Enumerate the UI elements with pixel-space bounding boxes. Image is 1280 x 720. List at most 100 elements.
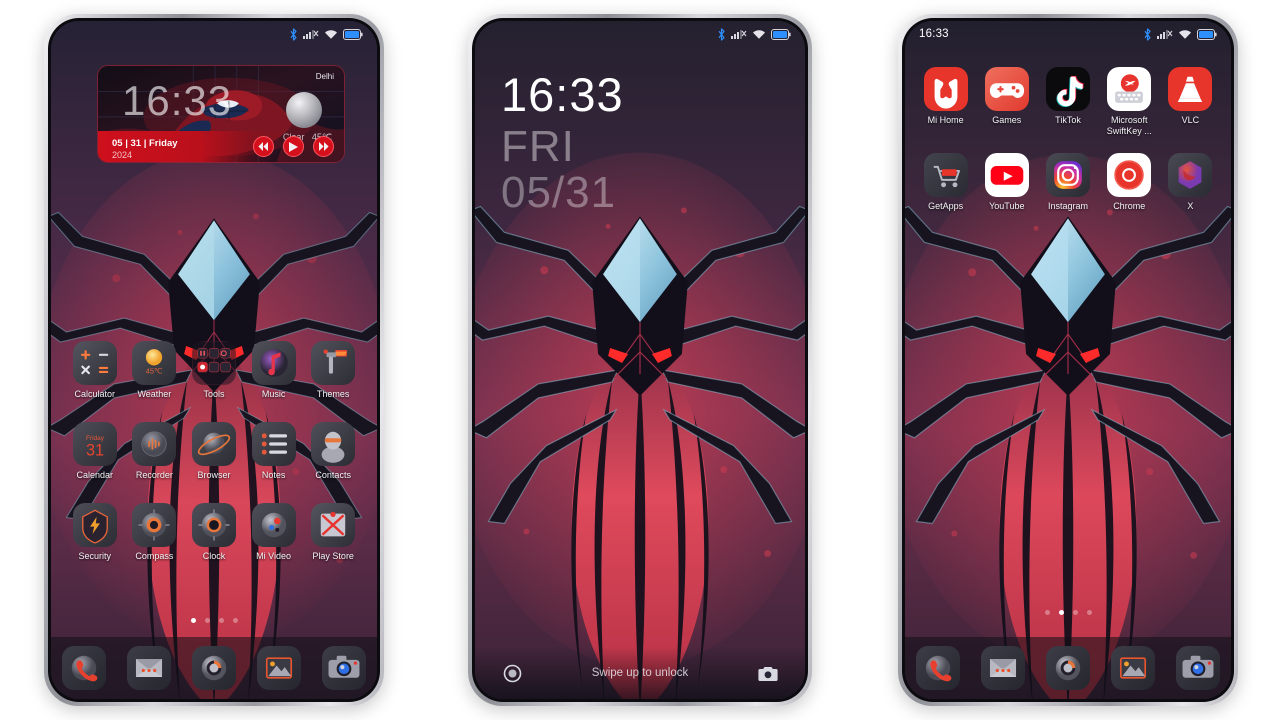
phone-3-screen[interactable]: 16:33 Mi Home Games TikTok Microsoft Swi…: [905, 21, 1231, 699]
getapps-icon[interactable]: [923, 153, 968, 197]
app-icon-microsoft-swiftkey[interactable]: Microsoft SwiftKey ...: [1099, 67, 1160, 137]
app-icon-play-store[interactable]: Play Store: [303, 503, 363, 562]
mi-home-icon: [923, 67, 968, 111]
app-icon-instagram[interactable]: Instagram: [1037, 153, 1098, 212]
compass-icon[interactable]: [132, 503, 177, 547]
clock-icon[interactable]: [191, 503, 236, 547]
app-icon-calendar[interactable]: Friday 31 Calendar: [65, 422, 125, 481]
browser-icon: [191, 422, 236, 466]
page-dot[interactable]: [1044, 610, 1050, 615]
app-icon-recorder[interactable]: Recorder: [125, 422, 185, 481]
vlc-icon: [1168, 67, 1213, 111]
phone-1-screen[interactable]: Delhi 16:33 Clear 45℃ 05 | 31 | Friday 2…: [51, 21, 377, 699]
calendar-icon[interactable]: Friday 31: [72, 422, 117, 466]
app-icon-themes[interactable]: Themes: [303, 341, 363, 400]
app-icon-youtube[interactable]: YouTube: [976, 153, 1037, 212]
app-icon-contacts[interactable]: Contacts: [303, 422, 363, 481]
gallery-dock-icon[interactable]: [257, 646, 302, 690]
page-dot[interactable]: [218, 618, 224, 623]
app-icon-x[interactable]: X: [1160, 153, 1221, 212]
phone-1-app-grid: Calculator 45℃ Weather Tools Music Theme…: [51, 341, 377, 562]
mi-video-icon[interactable]: [251, 503, 296, 547]
messages-dock-icon[interactable]: [980, 646, 1025, 690]
security-icon[interactable]: [72, 503, 117, 547]
app-icon-calculator[interactable]: Calculator: [65, 341, 125, 400]
chrome-icon[interactable]: [1107, 153, 1152, 197]
app-icon-tools[interactable]: Tools: [184, 341, 244, 400]
next-track-button[interactable]: [313, 136, 334, 157]
compass-icon: [132, 503, 177, 547]
page-dot[interactable]: [204, 618, 210, 623]
recorder-icon: [132, 422, 177, 466]
games-icon[interactable]: [984, 67, 1029, 111]
app-icon-music[interactable]: Music: [244, 341, 304, 400]
widget-date: 05 | 31 | Friday: [112, 138, 178, 149]
app-icon-vlc[interactable]: VLC: [1160, 67, 1221, 137]
phone-dock-icon[interactable]: [915, 646, 960, 690]
app-icon-clock[interactable]: Clock: [184, 503, 244, 562]
play-store-icon[interactable]: [311, 503, 356, 547]
music-icon[interactable]: [251, 341, 296, 385]
gallery-dock-icon[interactable]: [1111, 646, 1156, 690]
app-icon-chrome[interactable]: Chrome: [1099, 153, 1160, 212]
calculator-icon[interactable]: [72, 341, 117, 385]
page-dot[interactable]: [1072, 610, 1078, 615]
themes-icon[interactable]: [311, 341, 356, 385]
phone-2-screen[interactable]: 16:33 FRI 05/31 Swipe up to unlock: [475, 21, 805, 699]
vlc-icon[interactable]: [1168, 67, 1213, 111]
previous-track-button[interactable]: [253, 136, 274, 157]
phone-1-page-indicator[interactable]: [51, 618, 377, 623]
wifi-icon: [1179, 29, 1191, 39]
svg-text:31: 31: [86, 441, 104, 459]
mi-home-icon[interactable]: [923, 67, 968, 111]
app-icon-notes[interactable]: Notes: [244, 422, 304, 481]
tiktok-icon[interactable]: [1045, 67, 1090, 111]
phone-3-page-indicator[interactable]: [905, 610, 1231, 615]
settings-dock-icon[interactable]: [191, 646, 236, 690]
instagram-icon[interactable]: [1045, 153, 1090, 197]
widget-year: 2024: [112, 150, 133, 160]
lockscreen-bottom-bar: Swipe up to unlock: [475, 647, 805, 699]
app-icon-mi-video[interactable]: Mi Video: [244, 503, 304, 562]
tools-folder-icon[interactable]: [191, 341, 236, 385]
app-label: Games: [992, 115, 1022, 125]
spiderman-clock-weather-widget[interactable]: Delhi 16:33 Clear 45℃ 05 | 31 | Friday 2…: [97, 65, 345, 163]
app-icon-mi-home[interactable]: Mi Home: [915, 67, 976, 137]
weather-icon[interactable]: 45℃: [132, 341, 177, 385]
signal-no-sim-icon: [731, 30, 747, 39]
messages-dock-icon[interactable]: [126, 646, 171, 690]
gallery-icon: [1111, 646, 1156, 690]
page-dot[interactable]: [232, 618, 238, 623]
signal-no-sim-icon: [1157, 30, 1173, 39]
youtube-icon[interactable]: [984, 153, 1029, 197]
app-icon-browser[interactable]: Browser: [184, 422, 244, 481]
recorder-icon[interactable]: [132, 422, 177, 466]
contacts-icon[interactable]: [311, 422, 356, 466]
settings-dock-icon[interactable]: [1045, 646, 1090, 690]
camera-dock-icon[interactable]: [322, 646, 367, 690]
widget-city-label: Delhi: [315, 72, 334, 81]
swiftkey-icon[interactable]: [1107, 67, 1152, 111]
phone-3-app-grid: Mi Home Games TikTok Microsoft SwiftKey …: [905, 67, 1231, 212]
app-label: Recorder: [135, 470, 173, 480]
x-twitter-icon[interactable]: [1168, 153, 1213, 197]
browser-icon[interactable]: [191, 422, 236, 466]
page-dot[interactable]: [1058, 610, 1064, 615]
app-icon-compass[interactable]: Compass: [125, 503, 185, 562]
app-icon-weather[interactable]: 45℃ Weather: [125, 341, 185, 400]
chrome-icon: [1107, 153, 1152, 197]
app-label: Notes: [261, 470, 286, 480]
settings-icon: [1045, 646, 1090, 690]
app-icon-security[interactable]: Security: [65, 503, 125, 562]
clock-icon: [191, 503, 236, 547]
notes-icon: [251, 422, 296, 466]
play-button[interactable]: [283, 136, 304, 157]
phone-dock-icon[interactable]: [61, 646, 106, 690]
page-dot[interactable]: [190, 618, 196, 623]
app-icon-games[interactable]: Games: [976, 67, 1037, 137]
app-icon-tiktok[interactable]: TikTok: [1037, 67, 1098, 137]
page-dot[interactable]: [1086, 610, 1092, 615]
app-icon-getapps[interactable]: GetApps: [915, 153, 976, 212]
notes-icon[interactable]: [251, 422, 296, 466]
camera-dock-icon[interactable]: [1176, 646, 1221, 690]
